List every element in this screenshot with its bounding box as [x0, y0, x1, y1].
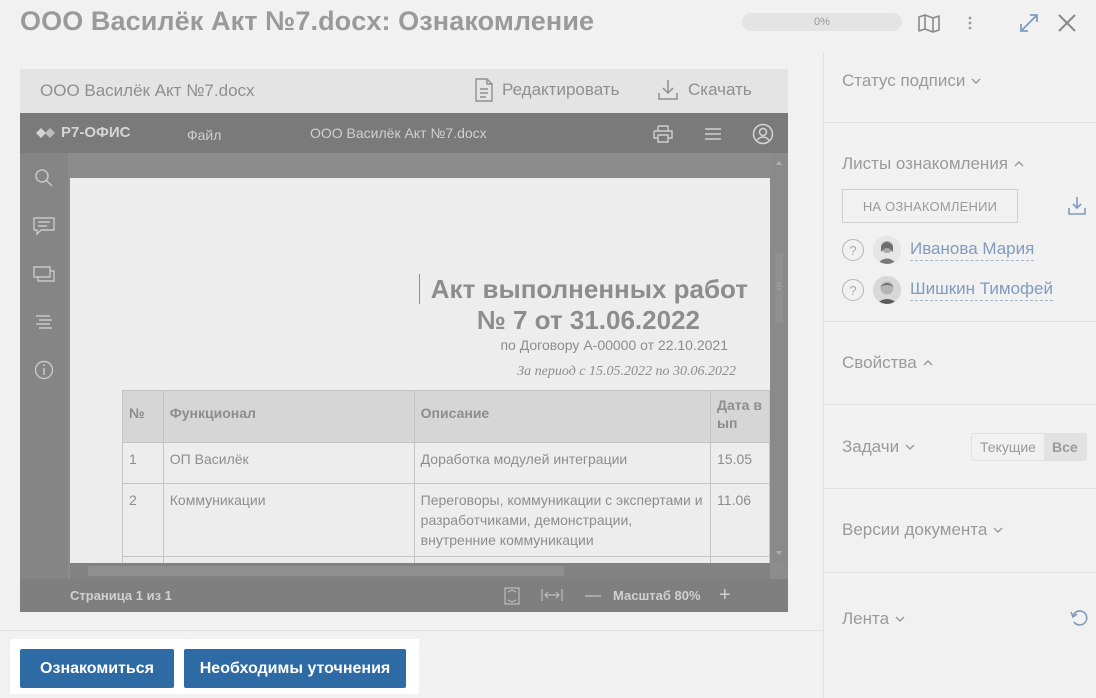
chevron-up-icon [923, 360, 933, 366]
page-indicator: Страница 1 из 1 [70, 588, 172, 603]
action-bar: Ознакомиться Необходимы уточнения [10, 639, 419, 694]
acts-table: № Функционал Описание Дата вып 1 ОП Васи… [122, 390, 770, 563]
divider [824, 321, 1096, 322]
table-cell: 2 [122, 483, 164, 557]
feed-toggle[interactable]: Лента [842, 609, 905, 629]
fit-width-icon[interactable] [540, 588, 564, 607]
edit-label: Редактировать [502, 80, 620, 99]
reviewer-item: ? Шишкин Тимофей [842, 276, 1053, 304]
divider [824, 404, 1096, 405]
tasks-toggle[interactable]: Задачи [842, 437, 915, 457]
table-cell: 15.05 [710, 442, 770, 484]
editor-topbar: Р7-ОФИС Файл ООО Василёк Акт №7.docx [20, 113, 788, 153]
download-icon [658, 80, 678, 100]
table-cell: Коммуникации [162, 483, 415, 557]
edit-button[interactable]: Редактировать [474, 78, 619, 102]
document-viewer: ООО Василёк Акт №7.docx Редактировать Ск… [20, 69, 788, 612]
doc-heading-line1: Акт выполненных работ [430, 274, 748, 304]
avatar [873, 276, 901, 304]
question-icon: ? [842, 239, 864, 261]
viewer-file-name: ООО Василёк Акт №7.docx [40, 81, 255, 100]
navigation-icon[interactable] [32, 311, 56, 333]
divider [824, 488, 1096, 489]
versions-toggle[interactable]: Версии документа [842, 520, 1003, 540]
user-icon[interactable] [752, 123, 774, 145]
right-panel: Статус подписи Листы ознакомления НА ОЗН… [823, 53, 1096, 698]
table-cell: Доработка модулей интеграции [413, 442, 712, 484]
table-header-row: № Функционал Описание Дата вып [122, 390, 770, 443]
chevron-up-icon [1014, 161, 1024, 167]
document-icon [475, 78, 493, 102]
tasks-filter: Текущие Все [971, 433, 1087, 461]
divider [824, 122, 1096, 123]
table-row: 1 ОП Василёк Доработка модулей интеграци… [122, 442, 770, 484]
table-header: Дата вып [710, 390, 770, 443]
tasks-current-tab[interactable]: Текущие [972, 434, 1044, 460]
horizontal-scrollbar[interactable] [70, 563, 770, 579]
close-icon[interactable] [1054, 10, 1080, 36]
page-title: ООО Василёк Акт №7.docx: Ознакомление [20, 6, 595, 36]
expand-icon[interactable] [1016, 10, 1042, 36]
r7-logo: Р7-ОФИС [36, 124, 130, 141]
zoom-out-icon[interactable]: — [585, 587, 601, 605]
chevron-down-icon [895, 616, 905, 622]
need-clarification-button[interactable]: Необходимы уточнения [184, 649, 406, 688]
download-label: Скачать [688, 80, 752, 99]
download-button[interactable]: Скачать [656, 78, 752, 102]
table-header: № [122, 390, 164, 443]
table-cell: 11.06 [710, 483, 770, 557]
editor-statusbar: Страница 1 из 1 — Масштаб 80% + [20, 579, 788, 612]
acknowledge-button[interactable]: Ознакомиться [20, 649, 174, 688]
map-icon[interactable] [916, 10, 942, 36]
reviewer-item: ? Иванова Мария [842, 236, 1035, 264]
editor-sidebar [20, 153, 68, 579]
on-review-button[interactable]: НА ОЗНАКОМЛЕНИИ [842, 189, 1018, 223]
more-menu-icon[interactable] [957, 10, 983, 36]
reviewer-name[interactable]: Шишкин Тимофей [910, 279, 1053, 301]
table-row: 2 Коммуникации Переговоры, коммуникации … [122, 483, 770, 557]
avatar [873, 236, 901, 264]
info-icon[interactable] [32, 359, 56, 381]
scroll-thumb[interactable] [88, 566, 564, 576]
table-header: Функционал [162, 390, 415, 443]
zoom-in-icon[interactable]: + [719, 584, 731, 607]
progress-bar: 0% [742, 13, 902, 31]
refresh-icon[interactable] [1069, 608, 1089, 633]
chat-icon[interactable] [32, 263, 56, 285]
properties-toggle[interactable]: Свойства [842, 353, 933, 373]
divider [824, 572, 1096, 573]
viewer-toolbar: ООО Василёк Акт №7.docx Редактировать Ск… [20, 69, 788, 113]
zoom-level: Масштаб 80% [613, 588, 701, 603]
document-page[interactable]: Акт выполненных работ № 7 от 31.06.2022 … [70, 178, 770, 563]
table-header: Описание [413, 390, 712, 443]
search-icon[interactable] [32, 167, 56, 189]
divider [0, 630, 823, 631]
vertical-scrollbar[interactable] [770, 153, 788, 563]
doc-contract: по Договору А-00000 от 22.10.2021 [500, 337, 728, 353]
doc-heading-line2: № 7 от 31.06.2022 [476, 305, 700, 335]
table-cell: ОП Василёк [162, 442, 415, 484]
menu-icon[interactable] [702, 123, 724, 145]
chevron-down-icon [971, 78, 981, 84]
editor-doc-name: ООО Василёк Акт №7.docx [310, 125, 487, 141]
file-menu[interactable]: Файл [187, 127, 221, 143]
comments-icon[interactable] [32, 215, 56, 237]
doc-period: За период с 15.05.2022 по 30.06.2022 [517, 364, 736, 379]
chevron-down-icon [993, 527, 1003, 533]
reviewer-name[interactable]: Иванова Мария [910, 239, 1035, 261]
print-icon[interactable] [652, 123, 674, 145]
table-cell: Переговоры, коммуникации с экспертами и … [413, 483, 712, 557]
download-sheet-icon[interactable] [1067, 195, 1087, 222]
review-sheets-toggle[interactable]: Листы ознакомления [842, 154, 1024, 174]
signature-status-toggle[interactable]: Статус подписи [842, 71, 981, 91]
table-cell: 1 [122, 442, 164, 484]
fit-page-icon[interactable] [504, 587, 520, 610]
question-icon: ? [842, 279, 864, 301]
tasks-all-tab[interactable]: Все [1043, 434, 1086, 460]
chevron-down-icon [905, 444, 915, 450]
